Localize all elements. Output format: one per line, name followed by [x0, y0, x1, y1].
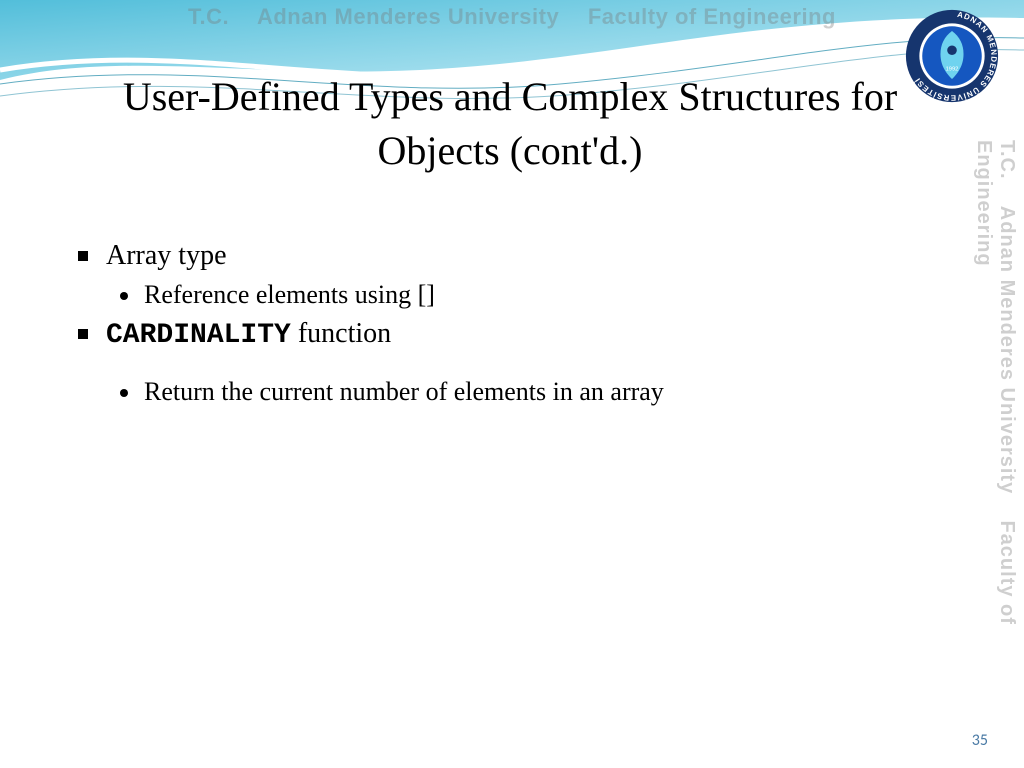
bullet-array-type: Array type	[78, 240, 958, 272]
bullet-text: function	[291, 318, 391, 349]
wm-faculty: Faculty of Engineering	[588, 4, 836, 29]
slide: T.C. Adnan Menderes University Faculty o…	[0, 0, 1024, 768]
slide-body: Array type Reference elements using [] C…	[78, 240, 958, 415]
square-bullet-icon	[78, 329, 88, 339]
wm-tc: T.C.	[188, 4, 229, 29]
square-bullet-icon	[78, 251, 88, 261]
wm-univ: Adnan Menderes University	[257, 4, 559, 29]
subbullet-return-count: Return the current number of elements in…	[120, 377, 958, 407]
bullet-text: Array type	[106, 240, 227, 271]
code-keyword: CARDINALITY	[106, 320, 291, 351]
wm-univ-v: Adnan Menderes University	[996, 206, 1018, 494]
watermark-right: T.C. Adnan Menderes University Faculty o…	[986, 140, 1018, 700]
wm-tc-v: T.C.	[996, 140, 1018, 180]
page-number: 35	[972, 731, 988, 750]
watermark-top: T.C. Adnan Menderes University Faculty o…	[0, 4, 1024, 30]
subbullet-text: Reference elements using []	[144, 280, 435, 309]
dot-bullet-icon	[120, 389, 128, 397]
bullet-cardinality: CARDINALITY function	[78, 318, 958, 351]
subbullet-reference-elements: Reference elements using []	[120, 280, 958, 310]
slide-title: User-Defined Types and Complex Structure…	[60, 70, 960, 178]
dot-bullet-icon	[120, 292, 128, 300]
subbullet-text: Return the current number of elements in…	[144, 377, 664, 406]
